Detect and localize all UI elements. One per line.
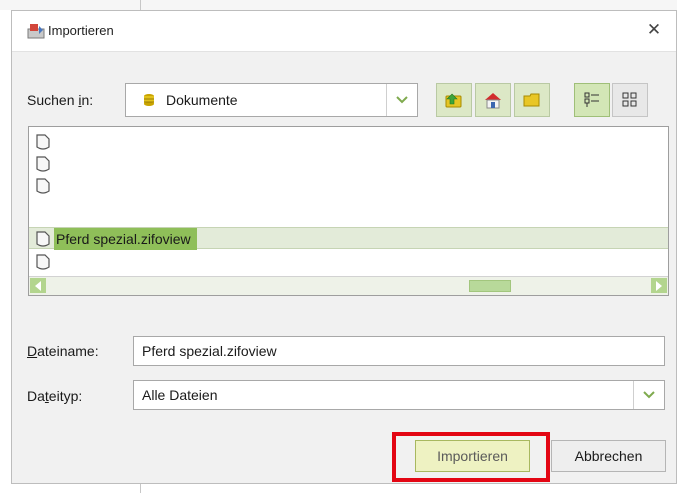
details-view-button[interactable] xyxy=(612,83,648,117)
details-view-icon xyxy=(622,92,637,107)
file-row-selected[interactable]: Pferd spezial.zifoview xyxy=(29,227,668,250)
up-folder-icon xyxy=(445,93,462,108)
new-folder-button[interactable] xyxy=(514,83,550,117)
file-row[interactable] xyxy=(29,153,668,175)
file-icon xyxy=(36,134,50,150)
documents-folder-icon xyxy=(144,94,154,106)
scroll-right-button[interactable] xyxy=(651,278,667,293)
file-name xyxy=(54,251,62,273)
scrollbar-thumb[interactable] xyxy=(469,280,511,292)
file-list[interactable]: Pferd spezial.zifoview xyxy=(28,126,669,296)
filetype-value: Alle Dateien xyxy=(142,387,218,403)
import-dialog: Importieren ✕ Suchen in: Dokumente Pferd… xyxy=(11,10,677,484)
file-name: Pferd spezial.zifoview xyxy=(54,228,197,250)
file-name xyxy=(54,175,62,197)
lookin-label: Suchen in: xyxy=(27,92,94,108)
arrow-left-icon xyxy=(35,280,41,291)
filename-label: Dateiname: xyxy=(27,343,99,359)
filetype-combobox[interactable]: Alle Dateien xyxy=(133,380,665,410)
close-icon: ✕ xyxy=(646,20,662,39)
lookin-dropdown-button[interactable] xyxy=(386,84,417,116)
new-folder-icon xyxy=(523,93,540,107)
lookin-value: Dokumente xyxy=(166,92,238,108)
up-folder-button[interactable] xyxy=(436,83,472,117)
filetype-dropdown-button[interactable] xyxy=(633,381,664,409)
file-name xyxy=(54,153,62,175)
filetype-label: Dateityp: xyxy=(27,388,83,404)
file-icon xyxy=(36,178,50,194)
scroll-left-button[interactable] xyxy=(30,278,46,293)
file-icon xyxy=(36,231,50,247)
file-icon xyxy=(36,254,50,270)
close-button[interactable]: ✕ xyxy=(640,16,668,44)
background-window-divider xyxy=(140,484,141,493)
file-name xyxy=(54,131,62,153)
lookin-combobox[interactable]: Dokumente xyxy=(125,83,418,117)
background-window-divider xyxy=(140,0,141,10)
home-button[interactable] xyxy=(475,83,511,117)
background-window-edge xyxy=(0,0,677,10)
import-app-icon xyxy=(27,24,45,39)
home-icon xyxy=(485,93,501,109)
file-row[interactable] xyxy=(29,131,668,153)
file-icon xyxy=(36,156,50,172)
dialog-title: Importieren xyxy=(48,23,114,38)
arrow-right-icon xyxy=(656,280,662,291)
filename-input[interactable] xyxy=(133,336,665,366)
file-row[interactable] xyxy=(29,175,668,197)
chevron-down-icon xyxy=(643,391,655,399)
import-button-highlight xyxy=(392,432,550,482)
chevron-down-icon xyxy=(396,96,408,104)
file-row[interactable] xyxy=(29,251,668,273)
horizontal-scrollbar[interactable] xyxy=(29,276,668,295)
title-bar[interactable]: Importieren ✕ xyxy=(12,11,676,52)
cancel-button[interactable]: Abbrechen xyxy=(551,440,666,472)
list-view-button[interactable] xyxy=(574,83,610,117)
list-view-icon xyxy=(584,92,599,107)
